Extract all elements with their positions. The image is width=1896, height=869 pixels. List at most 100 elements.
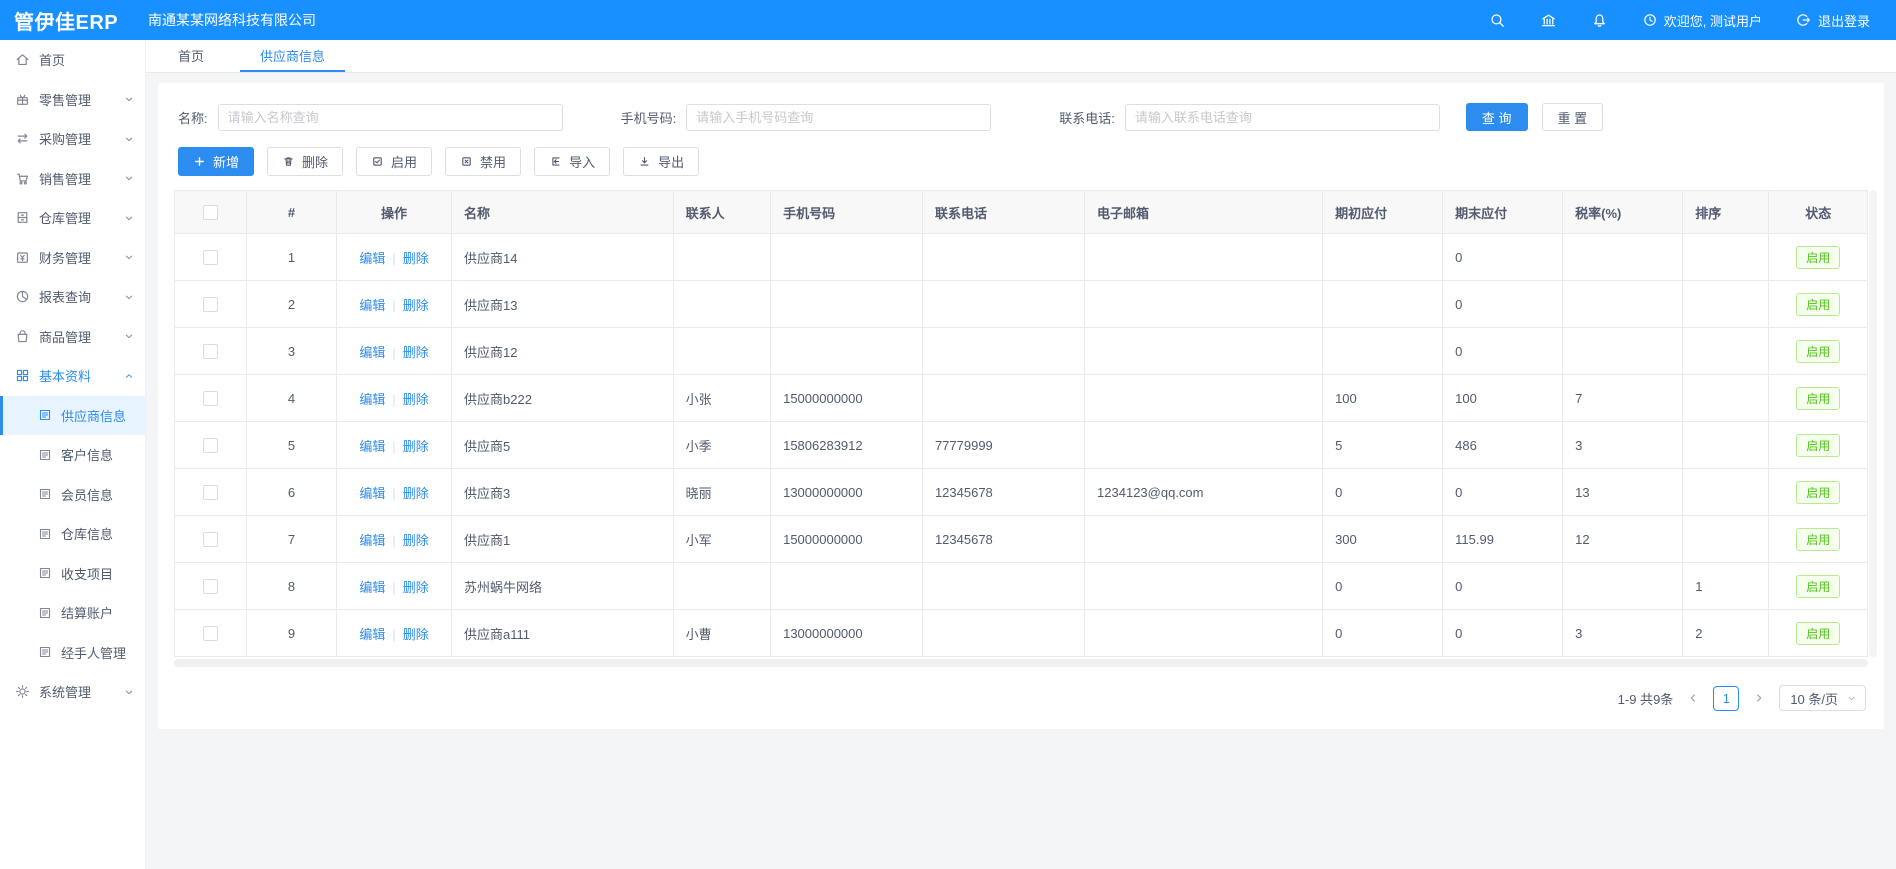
- tax-rate: 7: [1563, 375, 1683, 422]
- sidebar-subitem-income-expense[interactable]: 收支项目: [0, 554, 145, 594]
- sidebar-item-warehouse[interactable]: 仓库管理: [0, 198, 145, 238]
- sidebar-item-system[interactable]: 系统管理: [0, 672, 145, 712]
- mobile-number: [771, 281, 923, 328]
- status-badge: 启用: [1796, 434, 1840, 457]
- edit-link[interactable]: 编辑: [359, 533, 385, 548]
- tab-bar: 首页 供应商信息: [146, 40, 1896, 73]
- disable-button[interactable]: 禁用: [445, 147, 521, 176]
- sidebar-subitem-supplier-info[interactable]: 供应商信息: [0, 396, 145, 436]
- row-status: 启用: [1769, 234, 1868, 281]
- sidebar-item-goods[interactable]: 商品管理: [0, 317, 145, 357]
- sidebar-subitem-handler-management[interactable]: 经手人管理: [0, 633, 145, 673]
- enable-button[interactable]: 启用: [356, 147, 432, 176]
- opening-payable: 100: [1323, 375, 1443, 422]
- edit-link[interactable]: 编辑: [359, 251, 385, 266]
- mobile-search-input[interactable]: [686, 104, 991, 131]
- row-checkbox[interactable]: [203, 626, 218, 641]
- table-vertical-scrollbar[interactable]: [1869, 190, 1877, 657]
- edit-link[interactable]: 编辑: [359, 439, 385, 454]
- table-toolbar: 新增 删除 启用 禁用 导入 导出: [174, 147, 1868, 190]
- search-form: 名称: 手机号码: 联系电话: 查 询 重 置: [174, 89, 1868, 147]
- sidebar-subitem-warehouse-info[interactable]: 仓库信息: [0, 514, 145, 554]
- edit-link[interactable]: 编辑: [359, 298, 385, 313]
- chevron-down-icon: [123, 212, 135, 224]
- edit-link[interactable]: 编辑: [359, 486, 385, 501]
- row-select-cell: [175, 234, 247, 281]
- edit-link[interactable]: 编辑: [359, 392, 385, 407]
- row-checkbox[interactable]: [203, 344, 218, 359]
- logout-icon: [1796, 12, 1812, 28]
- list-icon: [38, 448, 52, 462]
- logout-button[interactable]: 退出登录: [1796, 11, 1870, 30]
- delete-link[interactable]: 删除: [403, 627, 429, 642]
- telephone-number: [922, 234, 1084, 281]
- edit-link[interactable]: 编辑: [359, 580, 385, 595]
- email-address: 1234123@qq.com: [1085, 469, 1323, 516]
- row-checkbox[interactable]: [203, 579, 218, 594]
- supplier-name: 供应商12: [452, 328, 674, 375]
- row-checkbox[interactable]: [203, 532, 218, 547]
- row-checkbox[interactable]: [203, 297, 218, 312]
- delete-button[interactable]: 删除: [267, 147, 343, 176]
- delete-link[interactable]: 删除: [403, 251, 429, 266]
- edit-link[interactable]: 编辑: [359, 627, 385, 642]
- delete-link[interactable]: 删除: [403, 533, 429, 548]
- tel-search-input[interactable]: [1125, 104, 1440, 131]
- link-separator: |: [392, 439, 395, 454]
- page-number[interactable]: 1: [1713, 686, 1739, 711]
- export-button[interactable]: 导出: [623, 147, 699, 176]
- row-checkbox[interactable]: [203, 250, 218, 265]
- sidebar-item-basic-data[interactable]: 基本资料: [0, 356, 145, 396]
- row-actions: 编辑|删除: [337, 563, 452, 610]
- import-button[interactable]: 导入: [534, 147, 610, 176]
- search-icon[interactable]: [1489, 12, 1506, 29]
- row-checkbox[interactable]: [203, 485, 218, 500]
- tab-home[interactable]: 首页: [158, 40, 224, 72]
- supplier-name: 供应商5: [452, 422, 674, 469]
- status-badge: 启用: [1796, 387, 1840, 410]
- welcome-user[interactable]: 欢迎您, 测试用户: [1642, 11, 1762, 30]
- delete-link[interactable]: 删除: [403, 392, 429, 407]
- add-button[interactable]: 新增: [178, 147, 254, 176]
- sidebar-item-home[interactable]: 首页: [0, 40, 145, 80]
- delete-link[interactable]: 删除: [403, 345, 429, 360]
- sidebar-item-reports[interactable]: 报表查询: [0, 277, 145, 317]
- delete-link[interactable]: 删除: [403, 298, 429, 313]
- bank-icon[interactable]: [1540, 12, 1557, 29]
- delete-link[interactable]: 删除: [403, 486, 429, 501]
- reset-button[interactable]: 重 置: [1542, 103, 1604, 131]
- row-checkbox[interactable]: [203, 438, 218, 453]
- edit-link[interactable]: 编辑: [359, 345, 385, 360]
- sidebar-item-sales[interactable]: 销售管理: [0, 159, 145, 199]
- page-size-select[interactable]: 10 条/页: [1779, 685, 1866, 711]
- next-page-button[interactable]: [1749, 686, 1769, 710]
- query-button[interactable]: 查 询: [1466, 103, 1528, 131]
- chevron-down-icon: [123, 330, 135, 342]
- delete-link[interactable]: 删除: [403, 439, 429, 454]
- tab-supplier-info[interactable]: 供应商信息: [240, 40, 345, 72]
- row-checkbox[interactable]: [203, 391, 218, 406]
- sidebar-item-finance[interactable]: 财务管理: [0, 238, 145, 278]
- x-square-icon: [460, 155, 473, 168]
- name-search-input[interactable]: [218, 104, 563, 131]
- table-horizontal-scrollbar[interactable]: [174, 659, 1868, 667]
- select-all-checkbox[interactable]: [203, 205, 218, 220]
- delete-link[interactable]: 删除: [403, 580, 429, 595]
- sidebar-item-purchase[interactable]: 采购管理: [0, 119, 145, 159]
- col-opening-payable: 期初应付: [1323, 191, 1443, 234]
- status-badge: 启用: [1796, 622, 1840, 645]
- notifications-bell-icon[interactable]: [1591, 12, 1608, 29]
- sort-order: [1683, 328, 1769, 375]
- mobile-label: 手机号码:: [621, 108, 677, 127]
- row-index: 4: [246, 375, 336, 422]
- sidebar-subitem-settlement-account[interactable]: 结算账户: [0, 593, 145, 633]
- prev-page-button[interactable]: [1683, 686, 1703, 710]
- email-address: [1085, 328, 1323, 375]
- link-separator: |: [392, 392, 395, 407]
- chevron-up-icon: [123, 370, 135, 382]
- supplier-name: 苏州蜗牛网络: [452, 563, 674, 610]
- tel-label: 联系电话:: [1059, 108, 1115, 127]
- sidebar-subitem-member-info[interactable]: 会员信息: [0, 475, 145, 515]
- sidebar-item-retail[interactable]: 零售管理: [0, 80, 145, 120]
- sidebar-subitem-customer-info[interactable]: 客户信息: [0, 435, 145, 475]
